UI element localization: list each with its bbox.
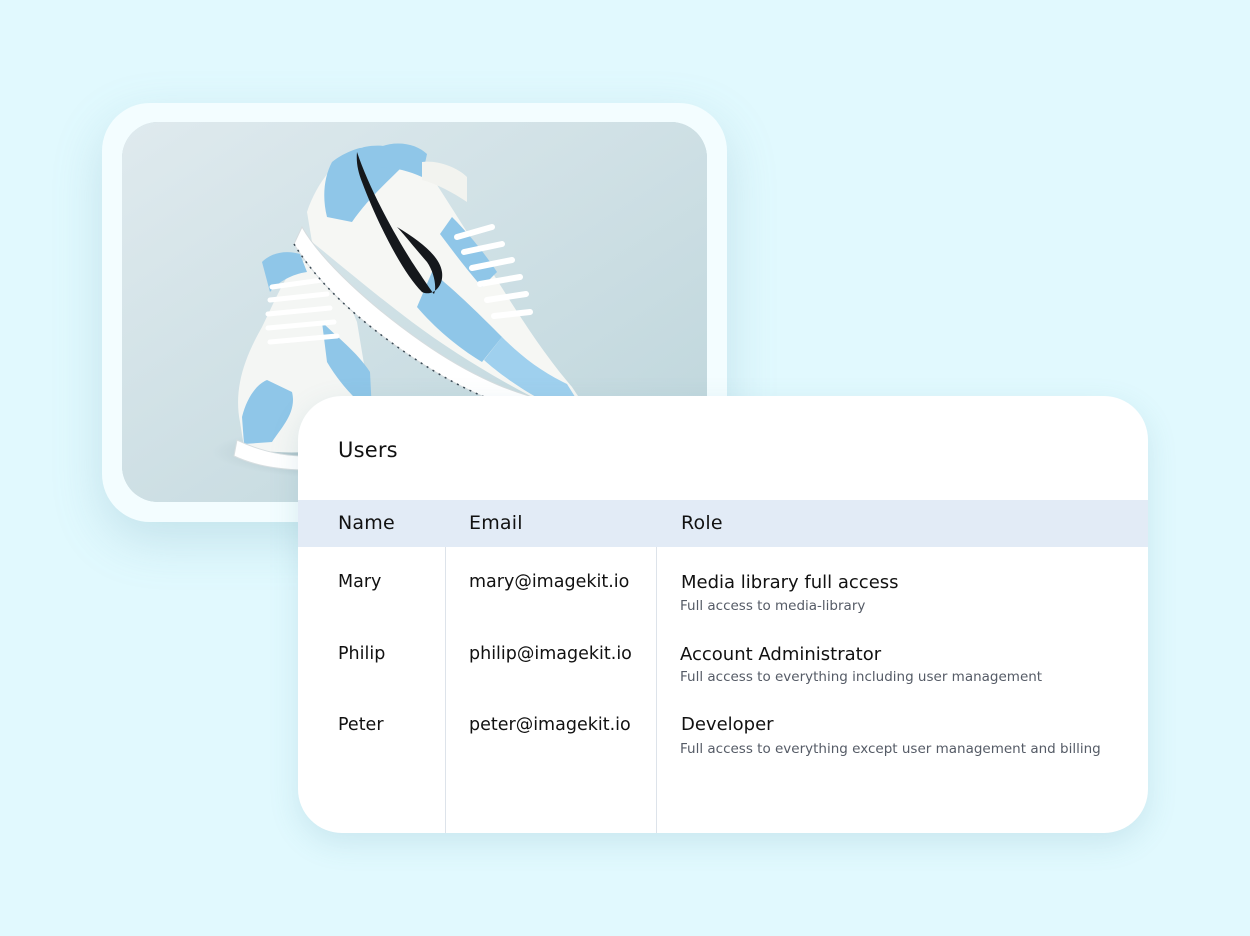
role-description: Full access to media-library xyxy=(680,598,866,614)
role-description: Full access to everything including user… xyxy=(680,669,1043,685)
user-name: Mary xyxy=(338,572,382,592)
users-panel-title: Users xyxy=(338,438,398,462)
user-email: philip@imagekit.io xyxy=(469,644,632,664)
role-title: Media library full access xyxy=(681,572,899,593)
role-title: Developer xyxy=(681,714,774,735)
user-email: mary@imagekit.io xyxy=(469,572,630,592)
users-panel: Users Name Email Role Mary mary@imagekit… xyxy=(298,396,1148,833)
role-title: Account Administrator xyxy=(680,644,882,665)
column-divider xyxy=(656,547,657,833)
role-description: Full access to everything except user ma… xyxy=(680,741,1101,757)
table-header: Name Email Role xyxy=(298,500,1148,547)
column-header-name[interactable]: Name xyxy=(338,512,395,534)
column-header-role[interactable]: Role xyxy=(681,512,723,534)
column-header-email[interactable]: Email xyxy=(469,512,523,534)
user-name: Philip xyxy=(338,644,386,664)
user-email: peter@imagekit.io xyxy=(469,715,631,735)
user-name: Peter xyxy=(338,715,384,735)
column-divider xyxy=(445,547,446,833)
